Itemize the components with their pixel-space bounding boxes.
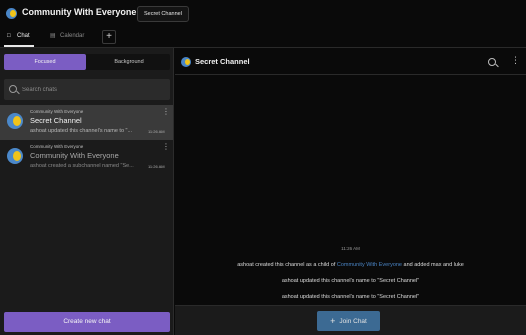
calendar-icon: ▤ — [50, 33, 56, 39]
thread-time: 11:26 AM — [148, 129, 165, 134]
thread-name: Secret Channel — [30, 116, 82, 125]
message-text: ashoat created this channel as a child o… — [237, 262, 337, 268]
message-text: and added max and luke — [402, 262, 464, 268]
thread-time: 11:26 AM — [148, 164, 165, 169]
chevron-right-icon: › — [123, 6, 126, 16]
more-vertical-icon[interactable]: ⋮ — [162, 108, 170, 116]
breadcrumb-channel-pill[interactable]: Secret Channel — [137, 6, 189, 22]
message-list: 11:26 AM ashoat created this channel as … — [175, 76, 526, 305]
community-avatar[interactable] — [6, 8, 17, 19]
thread-item-secret-channel[interactable]: Community With Everyone Secret Channel a… — [0, 105, 173, 140]
join-bar: + Join Chat — [175, 305, 526, 335]
search-bar — [4, 79, 170, 100]
chat-title: Secret Channel — [195, 57, 250, 66]
chat-list-panel: Focused Background Community With Everyo… — [0, 48, 174, 335]
join-chat-label: Join Chat — [339, 318, 367, 325]
search-icon[interactable] — [488, 58, 496, 66]
thread-community-label: Community With Everyone — [30, 109, 84, 114]
join-chat-button[interactable]: + Join Chat — [317, 311, 380, 331]
chat-header: Secret Channel ⋮ — [175, 48, 526, 75]
thread-preview: ashoat updated this channel's name to ".… — [30, 128, 133, 134]
add-tab-button[interactable]: + — [102, 30, 116, 44]
message-item: ashoat created this channel as a child o… — [175, 262, 526, 268]
thread-item-community-with-everyone[interactable]: Community With Everyone Community With E… — [0, 140, 173, 175]
message-item: ashoat updated this channel's name to "S… — [281, 278, 420, 284]
community-link[interactable]: Community With Everyone — [337, 262, 402, 268]
more-vertical-icon[interactable]: ⋮ — [511, 56, 520, 65]
top-bar: Community With Everyone › Secret Channel — [0, 0, 526, 27]
avatar — [7, 148, 23, 164]
avatar — [7, 113, 23, 129]
tab-chat-label: Chat — [17, 33, 30, 39]
thread-community-label: Community With Everyone — [30, 144, 84, 149]
create-new-chat-button[interactable]: Create new chat — [4, 312, 170, 332]
plus-icon: + — [330, 316, 336, 326]
tab-bar: □ Chat ▤ Calendar + — [0, 27, 526, 48]
segment-background[interactable]: Background — [88, 54, 170, 70]
chat-panel: Secret Channel ⋮ 11:26 AM ashoat created… — [175, 48, 526, 335]
search-input[interactable] — [22, 82, 162, 97]
message-item: ashoat updated this channel's name to "S… — [281, 294, 420, 300]
thread-preview: ashoat created a subchannel named "Se... — [30, 163, 134, 169]
avatar — [181, 57, 191, 67]
segment-focused[interactable]: Focused — [4, 54, 86, 70]
chat-filter-segmented-control: Focused Background — [4, 54, 170, 70]
tab-calendar-label: Calendar — [60, 33, 85, 39]
message-timestamp: 11:26 AM — [341, 246, 360, 251]
search-icon — [9, 85, 17, 93]
community-title[interactable]: Community With Everyone — [22, 7, 136, 17]
tab-calendar[interactable]: ▤ Calendar — [48, 27, 92, 47]
thread-name: Community With Everyone — [30, 151, 119, 160]
more-vertical-icon[interactable]: ⋮ — [162, 143, 170, 151]
chat-bubble-icon: □ — [7, 33, 11, 39]
tab-chat[interactable]: □ Chat — [4, 27, 34, 47]
